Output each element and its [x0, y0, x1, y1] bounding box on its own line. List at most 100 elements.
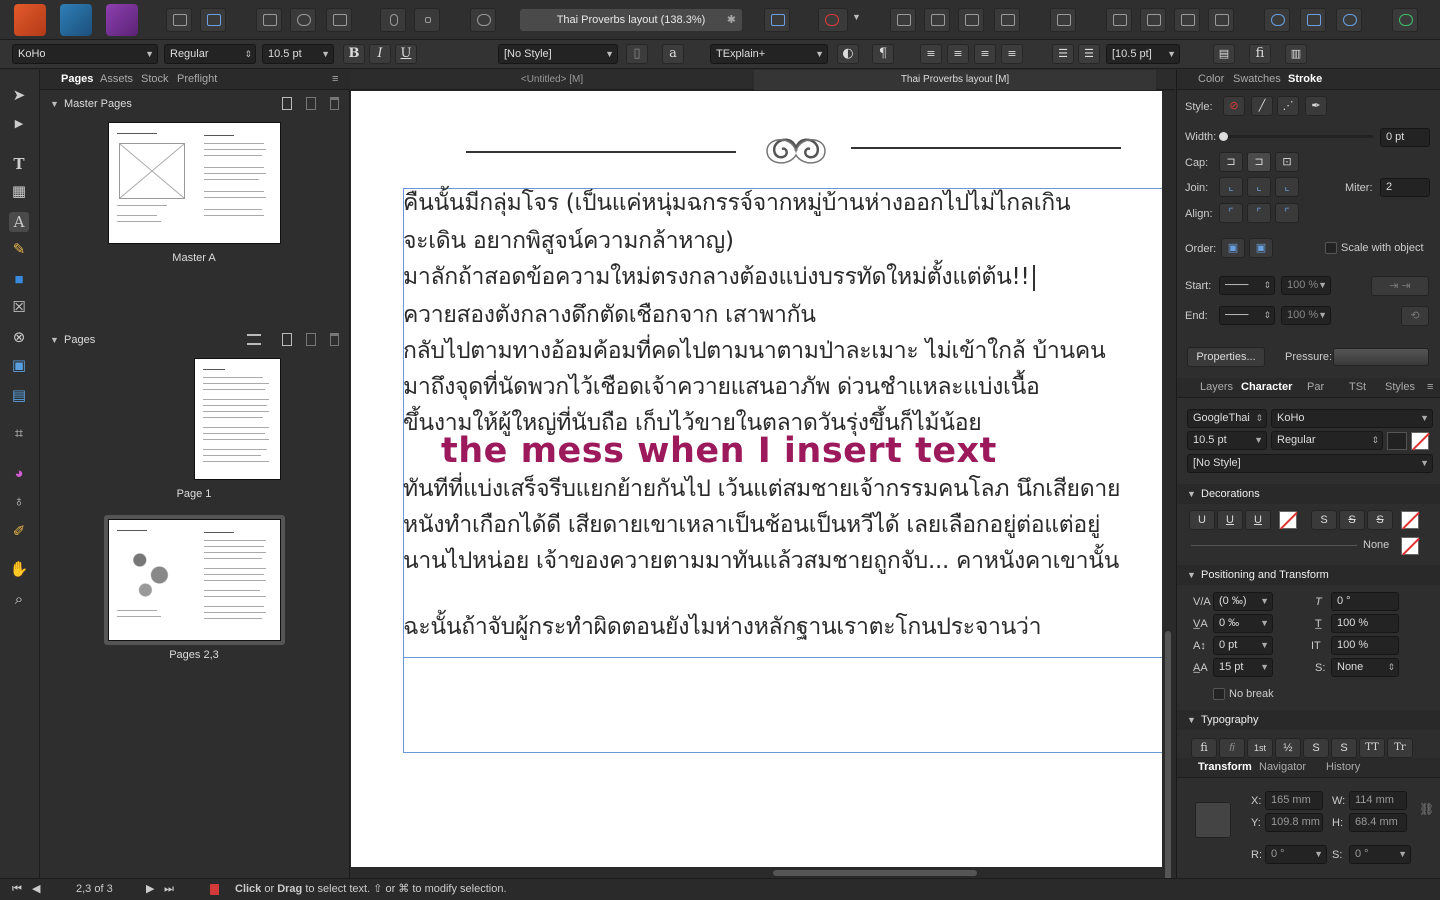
leading-combo[interactable]: [10.5 pt] ▼ [1106, 44, 1180, 64]
eyedropper-tool-icon[interactable]: ✐ [9, 522, 29, 542]
text-line-10[interactable]: นานไปหน่อย เจ้าของควายตามมาทันแล้วสมชายถ… [403, 543, 1119, 579]
all-caps-button[interactable]: TT [1359, 738, 1385, 758]
preflight-warning-icon[interactable] [210, 884, 219, 895]
align-right-button[interactable]: ≡ [974, 44, 996, 64]
page-1-thumbnail[interactable] [194, 358, 281, 480]
move-tool-icon[interactable]: ➤ [9, 86, 29, 106]
typography-button[interactable]: fi [1249, 44, 1271, 64]
join-round-button[interactable]: ⌞ [1247, 177, 1271, 197]
tab-preflight[interactable]: Preflight [177, 73, 217, 85]
text-line-4[interactable]: ควายสองตังกลางดึกตัดเชือกจาก เสาพากัน [403, 297, 816, 333]
affinity-designer-icon[interactable] [60, 4, 92, 36]
font-style-combo[interactable]: Regular ⇕ [164, 44, 256, 64]
ellipse-frame-tool-icon[interactable]: ⊗ [9, 328, 29, 348]
anchor-point-selector-icon[interactable] [1195, 802, 1231, 838]
tab-stock[interactable]: Stock [141, 73, 169, 85]
add-page-icon[interactable] [282, 333, 292, 346]
numbered-list-button[interactable]: ☰ [1078, 44, 1100, 64]
small-caps-button[interactable]: Tr [1387, 738, 1413, 758]
strikethrough-double-button[interactable]: S [1339, 510, 1365, 530]
affinity-publisher-icon[interactable] [14, 4, 46, 36]
char-stroke-none-swatch[interactable] [1411, 432, 1429, 450]
char-fill-swatch[interactable] [1387, 432, 1407, 450]
underline-custom-button[interactable]: U [1245, 510, 1271, 530]
pen-tool-icon[interactable]: ✎ [9, 240, 29, 260]
language-combo[interactable]: GoogleThai ⇕ [1187, 409, 1267, 428]
vertical-scale-field[interactable]: 100 % [1331, 636, 1399, 655]
character-style-combo[interactable]: [No Style] ▼ [498, 44, 618, 64]
superscript-button[interactable]: S [1303, 738, 1329, 758]
text-line-5[interactable]: กลับไปตามทางอ้อมค้อมที่คดไปตามนาตามป่าละ… [403, 333, 1106, 369]
y-position-field[interactable]: 109.8 mm [1265, 813, 1323, 832]
text-frame-continuation[interactable] [403, 658, 1162, 753]
kerning-field[interactable]: 0 ‰ ▼ [1213, 614, 1273, 633]
ordinals-button[interactable]: 1st [1247, 738, 1273, 758]
tab-styles[interactable]: Styles [1385, 381, 1415, 393]
pilcrow-button[interactable]: ¶ [872, 44, 894, 64]
fractions-button[interactable]: ½ [1275, 738, 1301, 758]
preview-eye-icon[interactable] [470, 8, 496, 32]
pin-icon[interactable] [380, 8, 406, 32]
underline-color-none-swatch[interactable] [1279, 511, 1297, 529]
page-options-icon[interactable] [247, 334, 261, 345]
share-icon[interactable] [166, 8, 192, 32]
tab-history[interactable]: History [1326, 761, 1360, 773]
vertical-scrollbar[interactable] [1162, 91, 1175, 881]
snapping-dropdown-icon[interactable]: ▼ [852, 12, 861, 22]
snapping-magnet-icon[interactable] [818, 8, 848, 32]
character-style-combo-panel[interactable]: [No Style] ▼ [1187, 454, 1433, 473]
crop-tool-icon[interactable]: ⌗ [9, 424, 29, 444]
char-style-combo[interactable]: Regular ⇕ [1271, 431, 1383, 450]
tab-navigator[interactable]: Navigator [1259, 761, 1306, 773]
tab-assets[interactable]: Assets [100, 73, 133, 85]
positioning-transform-section-header[interactable]: ▼ Positioning and Transform [1177, 565, 1440, 585]
view-mode-normal-icon[interactable] [256, 8, 282, 32]
stroke-solid-button[interactable]: ╱ [1251, 96, 1273, 116]
strike-color-none-swatch[interactable] [1401, 511, 1419, 529]
pages-section-header[interactable]: ▼ Pages [40, 330, 350, 350]
properties-button[interactable]: Properties... [1187, 347, 1265, 367]
decoration-none-swatch[interactable] [1401, 537, 1419, 555]
cap-round-button[interactable]: ⊐ [1247, 152, 1271, 172]
tab-stroke[interactable]: Stroke [1288, 73, 1322, 85]
text-line-1[interactable]: คืนนั้นมีกลุ่มโจร (เป็นแค่หนุ่มฉกรรจ์จาก… [403, 185, 1071, 221]
flip-horizontal-icon[interactable] [1106, 8, 1132, 32]
swap-arrowheads-button[interactable]: ⇥ ⇥ [1371, 276, 1429, 296]
stroke-none-button[interactable]: ⊘ [1223, 96, 1245, 116]
char-style-options-icon[interactable]: ▯ [626, 44, 648, 64]
zoom-tool-icon[interactable]: ⌕ [9, 590, 29, 610]
typography-section-header[interactable]: ▼ Typography [1177, 710, 1440, 730]
width-field[interactable]: 114 mm [1349, 791, 1407, 810]
baseline-grid-icon[interactable] [764, 8, 790, 32]
bold-button[interactable]: B [343, 44, 365, 64]
stroke-width-slider[interactable] [1223, 135, 1373, 138]
boolean-subtract-icon[interactable] [1300, 8, 1326, 32]
join-miter-button[interactable]: ⌞ [1219, 177, 1243, 197]
text-frame-button[interactable]: ▤ [1213, 44, 1235, 64]
lock-aspect-chain-icon[interactable]: ⛓ [1419, 802, 1434, 816]
order-front-button[interactable]: ▣ [1249, 238, 1273, 258]
text-style-a-button[interactable]: a [662, 44, 684, 64]
end-scale-field[interactable]: 100 % ▼ [1281, 306, 1331, 325]
stroke-width-field[interactable]: 0 pt [1380, 128, 1430, 147]
duplicate-master-icon[interactable] [306, 97, 316, 110]
tab-layers[interactable]: Layers [1200, 381, 1233, 393]
height-field[interactable]: 68.4 mm [1349, 813, 1407, 832]
frame-text-tool-icon[interactable]: T [9, 154, 29, 174]
join-bevel-button[interactable]: ⌞ [1275, 177, 1299, 197]
paragraph-options-button[interactable]: ◐ [837, 44, 859, 64]
square-icon[interactable] [414, 8, 440, 32]
panel-menu-icon[interactable]: ≡ [332, 73, 338, 85]
tab-thai-proverbs[interactable]: Thai Proverbs layout [M] [754, 70, 1156, 90]
align-center-stroke-button[interactable]: ⌜ [1247, 203, 1271, 223]
next-page-icon[interactable]: ▶ [146, 879, 154, 900]
scale-with-object-checkbox[interactable] [1325, 242, 1337, 254]
font-family-combo[interactable]: KoHo ▼ [12, 44, 158, 64]
underline-button[interactable]: U [395, 44, 417, 64]
hand-tool-icon[interactable]: ✋ [9, 560, 29, 580]
delete-page-icon[interactable] [330, 333, 339, 346]
no-break-checkbox[interactable] [1213, 688, 1225, 700]
shear-field[interactable]: 0 ° [1331, 592, 1399, 611]
font-size-combo[interactable]: 10.5 pt ▼ [262, 44, 334, 64]
arrange-backward-icon[interactable] [924, 8, 950, 32]
